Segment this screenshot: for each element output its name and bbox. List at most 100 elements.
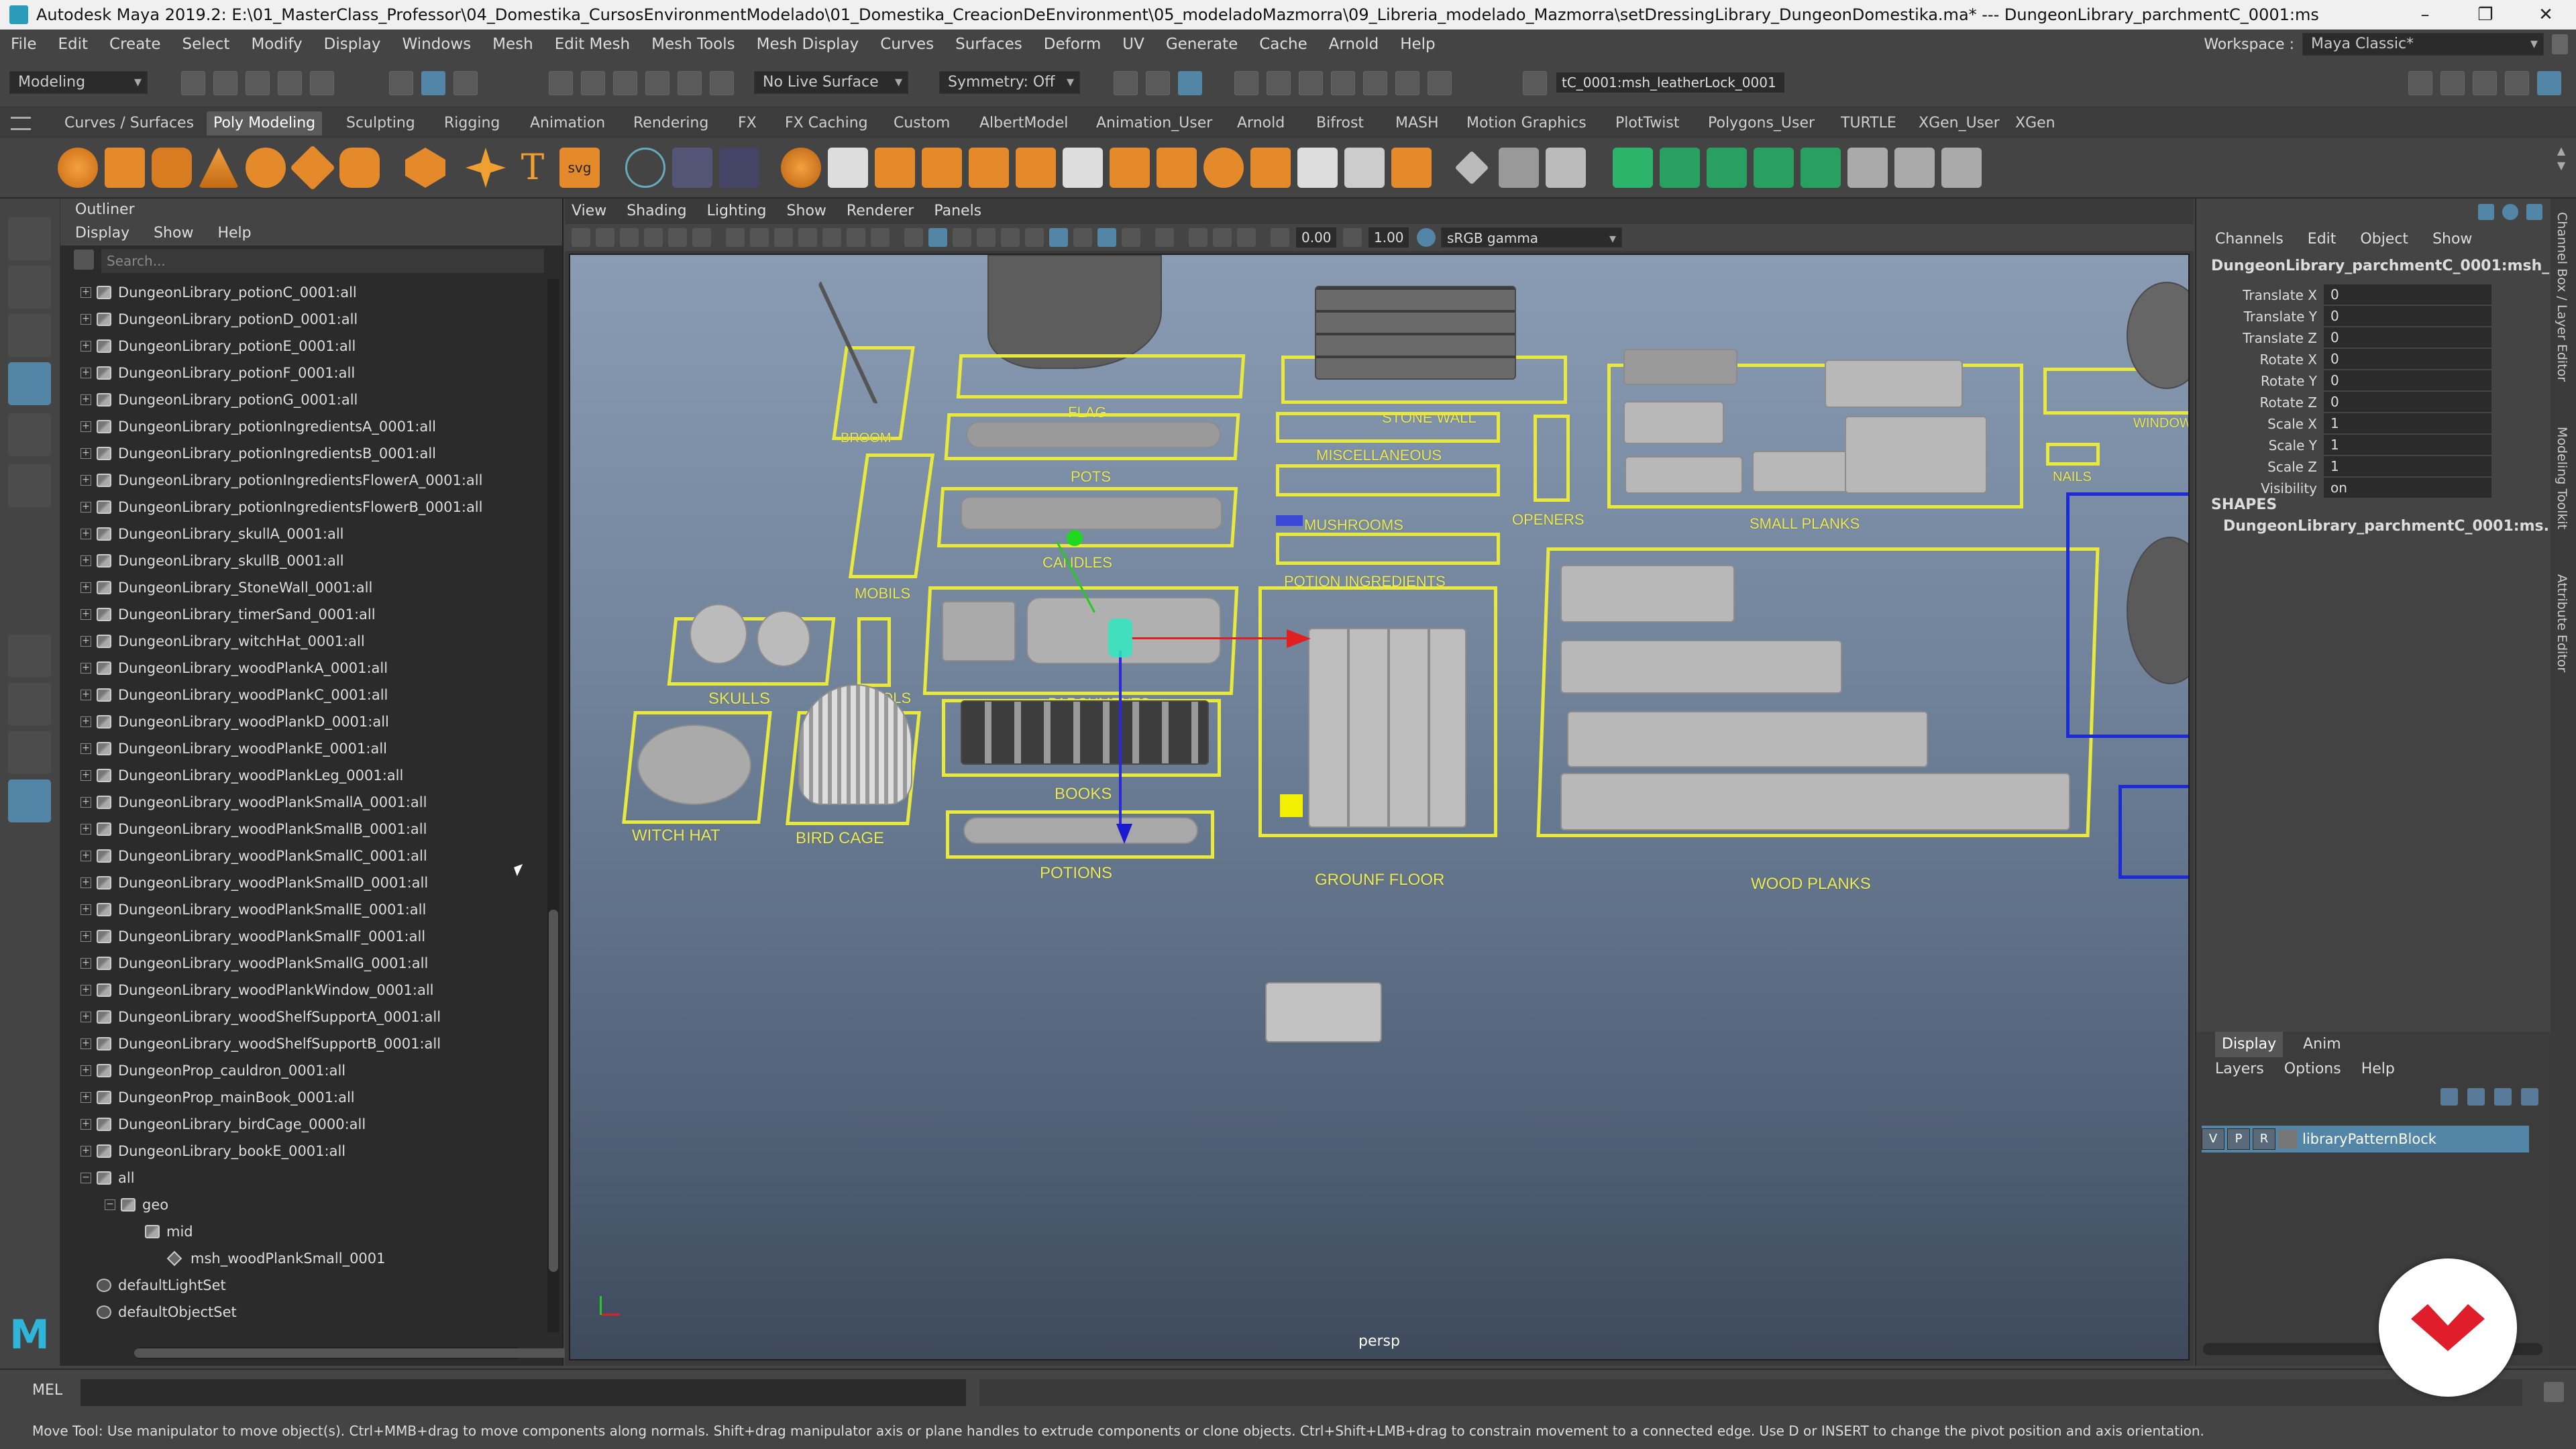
shelf-tab-animation[interactable]: Animation xyxy=(523,111,612,136)
gate-mask-icon[interactable] xyxy=(798,228,817,247)
two-d-pan-zoom-icon[interactable] xyxy=(668,228,687,247)
shelf-tab-polygons-user[interactable]: Polygons_User xyxy=(1701,111,1821,136)
uv-cylindrical-icon[interactable] xyxy=(1660,148,1700,188)
image-plane-icon[interactable] xyxy=(644,228,663,247)
layer-menu-layers[interactable]: Layers xyxy=(2215,1057,2264,1081)
append-icon[interactable] xyxy=(1250,148,1291,188)
parchment-object[interactable] xyxy=(942,601,1016,661)
attribute-value-field[interactable]: 0 xyxy=(2324,392,2491,412)
uv-automatic-icon[interactable] xyxy=(1754,148,1794,188)
manipulator-x-arrow[interactable] xyxy=(1287,629,1311,648)
shelf-tab-plottwist[interactable]: PlotTwist xyxy=(1609,111,1686,136)
expand-icon[interactable]: + xyxy=(80,475,91,486)
shelf-tab-xgen[interactable]: XGen xyxy=(2008,111,2062,136)
menu-uv[interactable]: UV xyxy=(1112,36,1155,53)
new-layer-selected-icon[interactable] xyxy=(2521,1088,2538,1106)
scale-tool-icon[interactable] xyxy=(8,464,51,507)
motion-blur-icon[interactable] xyxy=(1073,228,1092,247)
outliner-row[interactable]: defaultLightSet xyxy=(60,1272,542,1299)
shelf-menu-icon[interactable] xyxy=(11,117,31,130)
film-gate-icon[interactable] xyxy=(750,228,769,247)
resolution-gate-icon[interactable] xyxy=(774,228,793,247)
scatter-tool-icon[interactable] xyxy=(719,148,759,188)
fill-hole-icon[interactable] xyxy=(1203,148,1244,188)
channel-box-icon[interactable] xyxy=(2478,204,2494,220)
cb-menu-edit[interactable]: Edit xyxy=(2308,231,2337,248)
expand-icon[interactable]: + xyxy=(80,690,91,700)
outliner-row[interactable]: + DungeonLibrary_potionF_0001:all xyxy=(60,360,542,386)
script-language-toggle[interactable]: MEL xyxy=(32,1382,62,1399)
depth-of-field-icon[interactable] xyxy=(1122,228,1140,247)
outliner-row[interactable]: + DungeonLibrary_potionIngredientsA_0001:… xyxy=(60,413,542,440)
layer-menu-options[interactable]: Options xyxy=(2284,1057,2341,1081)
shelf-tab-mash[interactable]: MASH xyxy=(1389,111,1446,136)
view-transform-dropdown[interactable]: sRGB gamma xyxy=(1441,227,1622,248)
tab-display[interactable]: Display xyxy=(2215,1032,2284,1057)
attribute-row[interactable]: Scale X 1 xyxy=(2196,413,2498,435)
smooth-icon[interactable] xyxy=(922,148,962,188)
expand-icon[interactable]: + xyxy=(80,368,91,378)
menu-edit[interactable]: Edit xyxy=(48,36,99,53)
small-plank-object[interactable] xyxy=(1625,456,1743,494)
rotate-tool-icon[interactable] xyxy=(8,413,51,456)
small-plank-object[interactable] xyxy=(1845,416,1987,494)
expand-icon[interactable]: + xyxy=(80,609,91,620)
expand-icon[interactable]: + xyxy=(80,636,91,647)
expand-icon[interactable]: + xyxy=(80,851,91,861)
outliner-menu-show[interactable]: Show xyxy=(154,221,193,246)
outliner-row[interactable]: − all xyxy=(60,1165,542,1191)
mirror-icon[interactable] xyxy=(1016,148,1056,188)
attribute-value-field[interactable]: 1 xyxy=(2324,456,2491,476)
open-scene-icon[interactable] xyxy=(213,71,237,95)
candles-object[interactable] xyxy=(961,496,1222,530)
expand-icon[interactable]: + xyxy=(80,314,91,325)
outliner-row[interactable]: + DungeonLibrary_woodPlankA_0001:all xyxy=(60,655,542,682)
attribute-value-field[interactable]: 0 xyxy=(2324,370,2491,390)
expand-icon[interactable]: + xyxy=(80,797,91,808)
uv-planar-icon[interactable] xyxy=(1613,148,1653,188)
menu-edit-mesh[interactable]: Edit Mesh xyxy=(544,36,641,53)
layer-playback-toggle[interactable]: P xyxy=(2227,1128,2250,1150)
shelf-tab-bifrost[interactable]: Bifrost xyxy=(1309,111,1371,136)
expand-icon[interactable]: + xyxy=(80,931,91,942)
menu-mesh-display[interactable]: Mesh Display xyxy=(746,36,870,53)
tool-icon[interactable] xyxy=(2526,204,2542,220)
menu-select[interactable]: Select xyxy=(171,36,240,53)
layer-name[interactable]: libraryPatternBlock xyxy=(2302,1131,2436,1147)
parchment-selected-object[interactable] xyxy=(1265,982,1382,1042)
expand-icon[interactable]: + xyxy=(80,421,91,432)
expand-icon[interactable]: + xyxy=(80,1119,91,1130)
skull-object[interactable] xyxy=(757,610,810,667)
expand-icon[interactable]: + xyxy=(80,824,91,835)
vp-menu-show[interactable]: Show xyxy=(787,203,826,219)
grease-pencil-icon[interactable] xyxy=(692,228,711,247)
outliner-row[interactable]: − geo xyxy=(60,1191,542,1218)
tab-anim[interactable]: Anim xyxy=(2303,1032,2341,1057)
outliner-row[interactable]: + DungeonLibrary_potionD_0001:all xyxy=(60,306,542,333)
menu-curves[interactable]: Curves xyxy=(869,36,945,53)
expand-icon[interactable]: + xyxy=(80,985,91,996)
outliner-row[interactable]: + DungeonLibrary_potionG_0001:all xyxy=(60,386,542,413)
new-layer-icon[interactable] xyxy=(2494,1088,2512,1106)
snap-view-plane-icon[interactable] xyxy=(645,71,669,95)
extract-icon[interactable] xyxy=(875,148,915,188)
small-plank-object[interactable] xyxy=(1623,349,1737,385)
outliner-menu-display[interactable]: Display xyxy=(75,221,129,246)
attribute-row[interactable]: Rotate X 0 xyxy=(2196,349,2498,370)
attribute-value-field[interactable]: 1 xyxy=(2324,435,2491,455)
multi-cut-icon[interactable] xyxy=(1297,148,1338,188)
move-layer-up-icon[interactable] xyxy=(2440,1088,2458,1106)
shelf-tab-curves-surfaces[interactable]: Curves / Surfaces xyxy=(58,111,201,136)
menu-mesh[interactable]: Mesh xyxy=(482,36,544,53)
snap-vertex-icon[interactable] xyxy=(710,71,734,95)
tool-settings-icon[interactable] xyxy=(2505,71,2529,95)
bevel-icon[interactable] xyxy=(1157,148,1197,188)
menu-generate[interactable]: Generate xyxy=(1155,36,1248,53)
outliner-row[interactable]: + DungeonLibrary_birdCage_0000:all xyxy=(60,1111,542,1138)
expand-icon[interactable]: + xyxy=(80,529,91,539)
use-all-lights-icon[interactable] xyxy=(1001,228,1020,247)
snap-surface-icon[interactable] xyxy=(678,71,702,95)
outliner-vertical-scrollbar[interactable] xyxy=(547,279,559,1332)
outliner-row[interactable]: + DungeonLibrary_woodPlankSmallF_0001:all xyxy=(60,923,542,950)
expand-icon[interactable]: + xyxy=(80,582,91,593)
